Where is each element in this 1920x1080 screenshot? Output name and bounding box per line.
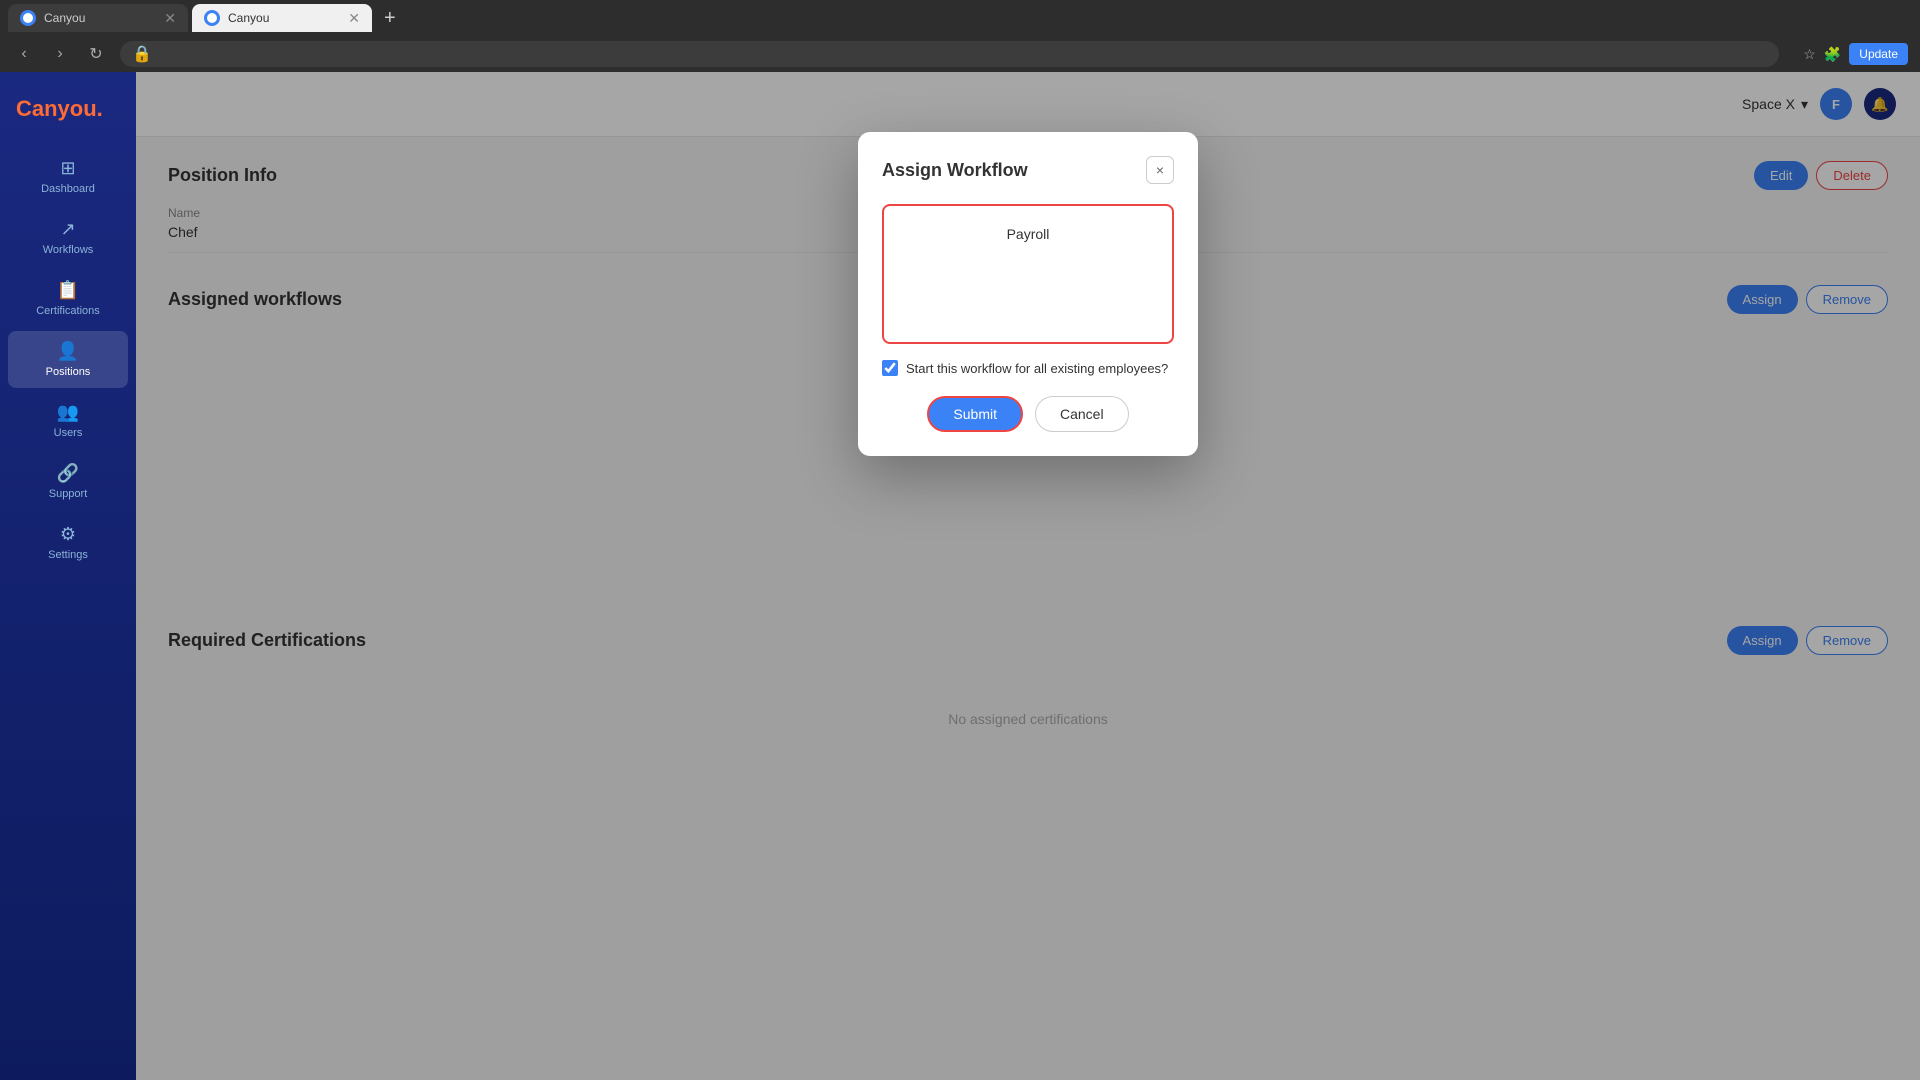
support-icon: 🔗 bbox=[57, 463, 79, 484]
main-content: Space X ▾ F 🔔 Position Info Edit Delete … bbox=[136, 72, 1920, 1080]
sidebar-item-certifications[interactable]: 📋 Certifications bbox=[8, 270, 128, 327]
start-workflow-checkbox[interactable] bbox=[882, 360, 898, 376]
back-button[interactable]: ‹ bbox=[12, 42, 36, 66]
app-logo: Canyou. bbox=[0, 88, 136, 146]
browser-tab-2[interactable]: Canyou ✕ bbox=[192, 4, 372, 32]
start-workflow-checkbox-row: Start this workflow for all existing emp… bbox=[882, 360, 1174, 376]
modal-close-button[interactable]: × bbox=[1146, 156, 1174, 184]
positions-icon: 👤 bbox=[57, 341, 79, 362]
sidebar-item-certifications-label: Certifications bbox=[36, 305, 100, 317]
users-icon: 👥 bbox=[57, 402, 79, 423]
sidebar-item-positions[interactable]: 👤 Positions bbox=[8, 331, 128, 388]
update-button[interactable]: Update bbox=[1849, 43, 1908, 65]
forward-button[interactable]: › bbox=[48, 42, 72, 66]
certifications-icon: 📋 bbox=[57, 280, 79, 301]
sidebar-item-users-label: Users bbox=[54, 427, 83, 439]
settings-icon: ⚙ bbox=[60, 524, 76, 545]
tab-2-label: Canyou bbox=[228, 11, 269, 25]
tab-2-close[interactable]: ✕ bbox=[348, 10, 360, 27]
submit-button[interactable]: Submit bbox=[927, 396, 1023, 432]
sidebar-item-users[interactable]: 👥 Users bbox=[8, 392, 128, 449]
star-icon[interactable]: ☆ bbox=[1803, 46, 1816, 63]
modal-overlay: Assign Workflow × Payroll Start this wor… bbox=[136, 72, 1920, 1080]
sidebar-item-dashboard-label: Dashboard bbox=[41, 183, 95, 195]
modal-title: Assign Workflow bbox=[882, 160, 1028, 181]
browser-tab-1[interactable]: Canyou ✕ bbox=[8, 4, 188, 32]
tab-1-close[interactable]: ✕ bbox=[164, 10, 176, 27]
sidebar-item-workflows-label: Workflows bbox=[43, 244, 94, 256]
workflows-icon: ↗ bbox=[60, 219, 75, 240]
sidebar-item-settings[interactable]: ⚙ Settings bbox=[8, 514, 128, 571]
cancel-button[interactable]: Cancel bbox=[1035, 396, 1129, 432]
sidebar-item-workflows[interactable]: ↗ Workflows bbox=[8, 209, 128, 266]
sidebar-item-positions-label: Positions bbox=[46, 366, 91, 378]
extensions-icon[interactable]: 🧩 bbox=[1824, 46, 1841, 63]
tab-1-icon bbox=[20, 10, 36, 26]
sidebar-item-settings-label: Settings bbox=[48, 549, 88, 561]
assign-workflow-modal: Assign Workflow × Payroll Start this wor… bbox=[858, 132, 1198, 456]
new-tab-button[interactable]: + bbox=[376, 7, 404, 30]
reload-button[interactable]: ↻ bbox=[84, 42, 108, 66]
modal-actions: Submit Cancel bbox=[882, 396, 1174, 432]
sidebar-item-support[interactable]: 🔗 Support bbox=[8, 453, 128, 510]
lock-icon: 🔒 bbox=[132, 44, 152, 64]
sidebar: Canyou. ⊞ Dashboard ↗ Workflows 📋 Certif… bbox=[0, 72, 136, 1080]
tab-1-label: Canyou bbox=[44, 11, 85, 25]
dashboard-icon: ⊞ bbox=[60, 158, 75, 179]
workflow-option-payroll[interactable]: Payroll bbox=[896, 218, 1160, 250]
sidebar-item-dashboard[interactable]: ⊞ Dashboard bbox=[8, 148, 128, 205]
browser-chrome: Canyou ✕ Canyou ✕ + ‹ › ↻ 🔒 ☆ 🧩 bbox=[0, 0, 1920, 72]
app-container: Canyou. ⊞ Dashboard ↗ Workflows 📋 Certif… bbox=[0, 72, 1920, 1080]
workflow-list[interactable]: Payroll bbox=[882, 204, 1174, 344]
url-bar[interactable]: 🔒 bbox=[120, 41, 1779, 67]
start-workflow-label: Start this workflow for all existing emp… bbox=[906, 361, 1168, 376]
sidebar-item-support-label: Support bbox=[49, 488, 88, 500]
tab-2-icon bbox=[204, 10, 220, 26]
modal-header: Assign Workflow × bbox=[882, 156, 1174, 184]
